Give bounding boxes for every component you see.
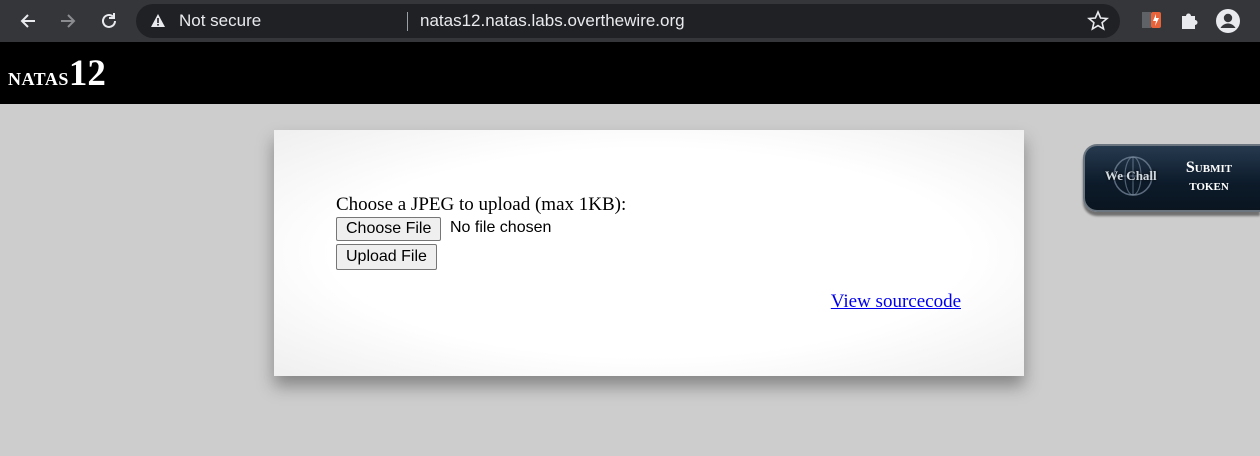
security-label[interactable]: Not secure [179,11,261,31]
bookmark-star-icon[interactable] [1087,9,1109,37]
submit-word: Submit [1185,159,1233,176]
omnibox-divider [407,12,408,31]
logo-number: 12 [68,53,106,94]
puzzle-icon[interactable] [1178,9,1200,36]
token-word: token [1189,177,1229,194]
choose-file-button[interactable]: Choose File [336,217,442,241]
upload-file-button[interactable]: Upload File [336,244,437,270]
page-header: natas12 [0,42,1260,104]
reload-icon[interactable] [95,7,123,35]
submit-token-label: Submit token [1179,159,1239,195]
view-sourcecode-link[interactable]: View sourcecode [831,291,961,313]
content-card: Choose a JPEG to upload (max 1KB): Choos… [274,130,1024,376]
site-logo: natas12 [8,52,106,95]
back-arrow-icon[interactable] [14,7,42,35]
no-file-text: No file chosen [450,219,552,236]
forward-arrow-icon[interactable] [54,7,82,35]
upload-prompt: Choose a JPEG to upload (max 1KB): [336,194,627,215]
warning-icon [150,13,166,33]
wechall-submit-token-button[interactable]: We Chall Submit token [1083,144,1260,212]
logo-word: natas [8,62,69,91]
url-text[interactable]: natas12.natas.labs.overthewire.org [420,11,685,31]
extension-icon[interactable] [1141,9,1163,36]
browser-toolbar: Not secure natas12.natas.labs.overthewir… [0,0,1260,42]
address-bar[interactable]: Not secure natas12.natas.labs.overthewir… [136,4,1120,38]
wechall-brand: We Chall [1105,168,1157,183]
profile-icon[interactable] [1215,8,1241,39]
